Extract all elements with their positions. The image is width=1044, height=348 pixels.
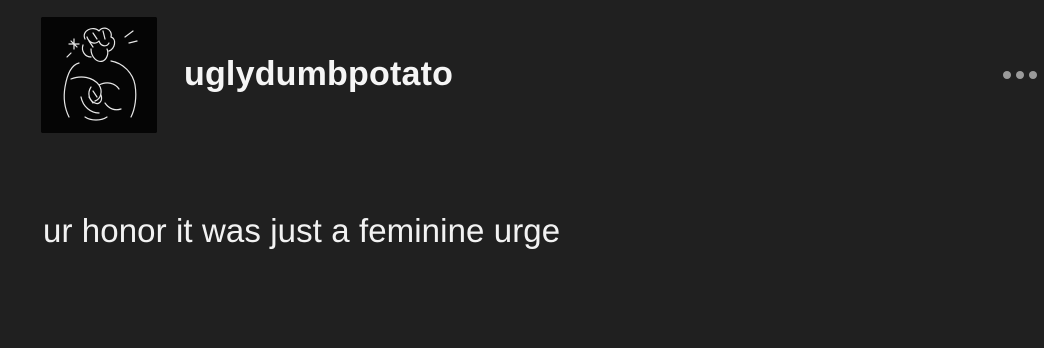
avatar[interactable]: [41, 17, 157, 133]
username-link[interactable]: uglydumbpotato: [184, 55, 453, 94]
post-header: uglydumbpotato: [41, 17, 1044, 133]
ellipsis-icon: [1003, 71, 1011, 79]
ellipsis-icon: [1016, 71, 1024, 79]
ellipsis-icon: [1029, 71, 1037, 79]
post-text: ur honor it was just a feminine urge: [43, 212, 561, 249]
post-card: uglydumbpotato ur honor it was just a fe…: [0, 0, 1044, 348]
more-options-button[interactable]: [1003, 64, 1044, 86]
line-drawing-avatar-icon: [41, 17, 157, 133]
